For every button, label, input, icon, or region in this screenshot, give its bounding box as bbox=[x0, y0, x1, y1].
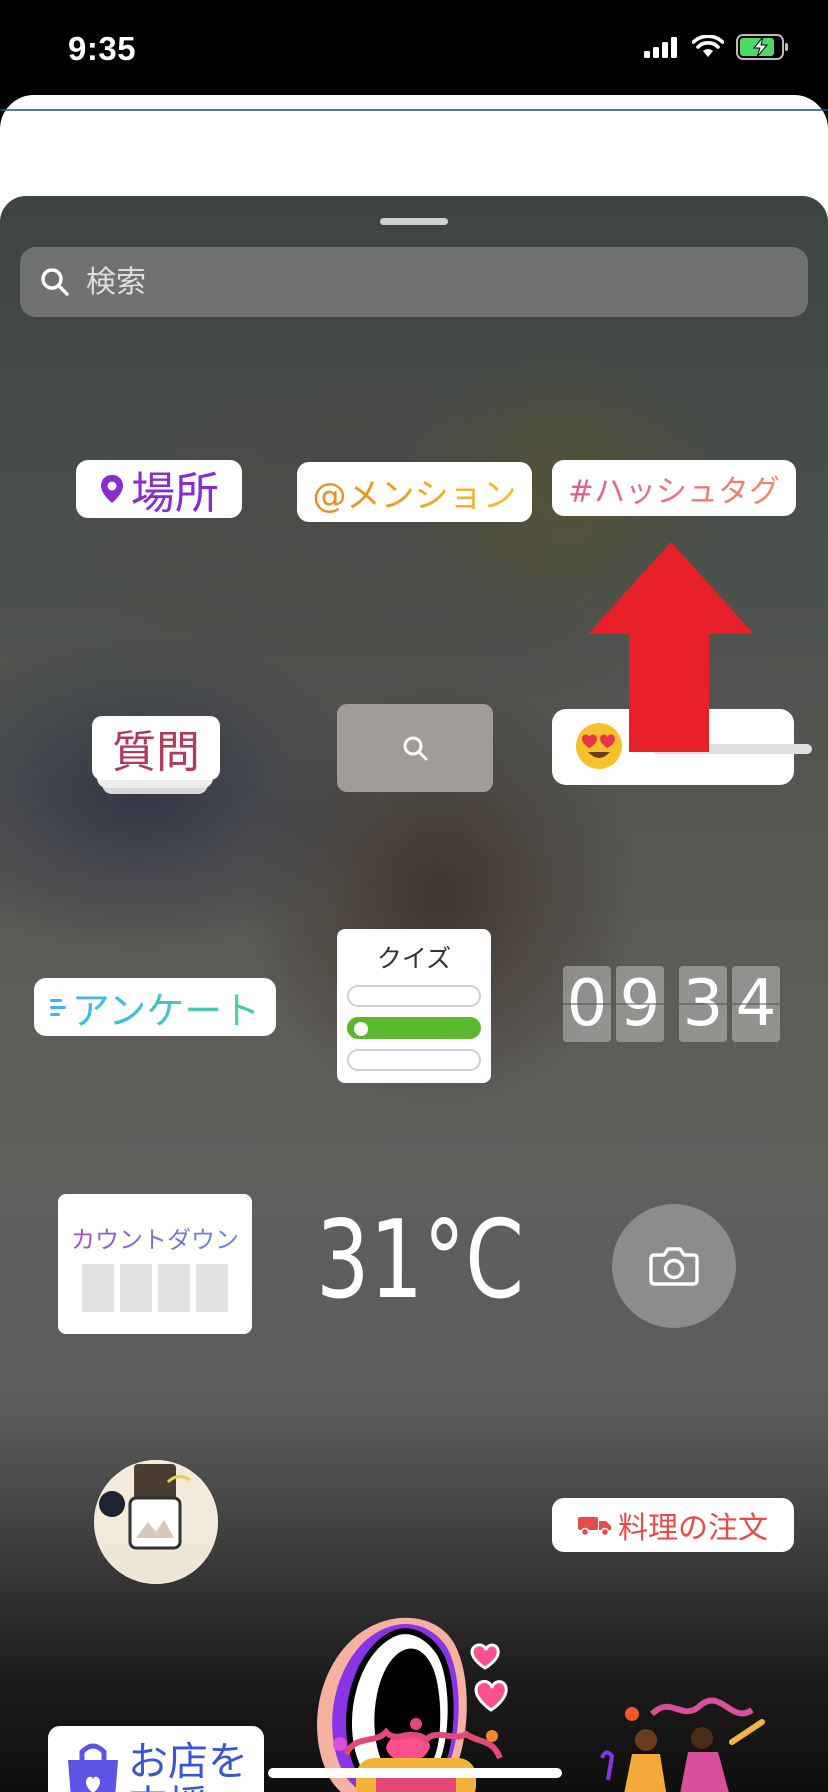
delivery-truck-icon bbox=[578, 1517, 611, 1536]
gif-search-icon bbox=[403, 736, 428, 761]
time-digit: 0 bbox=[563, 966, 611, 1042]
poll-label: アンケート bbox=[72, 980, 260, 1035]
countdown-sticker[interactable]: カウントダウン bbox=[58, 1194, 252, 1334]
food-order-label: 料理の注文 bbox=[618, 1511, 768, 1546]
check-icon bbox=[354, 1022, 368, 1036]
dancing-people-sticker[interactable] bbox=[582, 1694, 772, 1792]
question-label: 質問 bbox=[92, 716, 220, 780]
location-pin-icon bbox=[101, 475, 123, 503]
red-arrow-annotation bbox=[588, 542, 754, 752]
location-sticker[interactable]: 場所 bbox=[76, 460, 242, 519]
wifi-icon bbox=[692, 35, 724, 57]
poll-sticker[interactable]: アンケート bbox=[34, 978, 276, 1036]
time-sticker[interactable]: 0 9 3 4 bbox=[563, 966, 785, 1042]
food-order-sticker[interactable]: 料理の注文 bbox=[552, 1498, 794, 1552]
search-icon bbox=[41, 268, 69, 296]
mention-sticker[interactable]: @メンション bbox=[297, 462, 532, 522]
quiz-option bbox=[347, 985, 481, 1007]
search-input[interactable] bbox=[84, 263, 768, 301]
quiz-label: クイズ bbox=[376, 944, 452, 973]
selfie-photo-icon bbox=[94, 1460, 218, 1584]
quiz-option bbox=[347, 1049, 481, 1071]
sticker-sheet: 場所 @メンション #ハッシュタグ 質問 bbox=[0, 196, 828, 1792]
shop-local-art-sticker[interactable] bbox=[316, 1714, 516, 1792]
sheet-grabber[interactable] bbox=[380, 218, 448, 225]
quiz-sticker[interactable]: クイズ bbox=[337, 929, 491, 1083]
countdown-box bbox=[158, 1264, 190, 1312]
support-shop-sticker[interactable]: お店を 支援 bbox=[48, 1726, 264, 1792]
shop-art-icon bbox=[333, 1718, 503, 1792]
time-digit: 4 bbox=[732, 966, 780, 1042]
countdown-box bbox=[82, 1264, 114, 1312]
shopping-bag-icon bbox=[68, 1743, 118, 1792]
temperature-sticker[interactable]: 31°C bbox=[316, 1206, 524, 1316]
question-sticker[interactable]: 質問 bbox=[92, 716, 220, 794]
battery-charging-icon bbox=[736, 34, 788, 60]
gif-search-sticker[interactable] bbox=[337, 704, 493, 792]
location-label: 場所 bbox=[131, 468, 219, 519]
camera-icon bbox=[649, 1247, 699, 1286]
status-time: 9:35 bbox=[68, 30, 137, 67]
selfie-sticker[interactable] bbox=[94, 1460, 218, 1584]
countdown-label: カウントダウン bbox=[71, 1226, 239, 1254]
support-shop-line-1: お店を bbox=[128, 1739, 248, 1785]
quiz-option-correct bbox=[347, 1017, 481, 1039]
camera-sticker-button[interactable] bbox=[612, 1204, 736, 1328]
home-indicator[interactable] bbox=[268, 1768, 562, 1778]
time-digit: 9 bbox=[616, 966, 664, 1042]
support-shop-label: お店を 支援 bbox=[128, 1740, 248, 1792]
cellular-signal-icon bbox=[644, 37, 677, 58]
status-bar: 9:35 bbox=[0, 0, 828, 100]
countdown-box bbox=[196, 1264, 228, 1312]
card-top-line bbox=[0, 109, 828, 111]
hashtag-label: #ハッシュタグ bbox=[568, 466, 780, 511]
mention-label: @メンション bbox=[313, 468, 517, 517]
time-digit: 3 bbox=[679, 966, 727, 1042]
hashtag-sticker[interactable]: #ハッシュタグ bbox=[552, 460, 796, 516]
dancing-people-icon bbox=[600, 1697, 765, 1792]
search-bar[interactable] bbox=[20, 247, 808, 317]
countdown-box bbox=[120, 1264, 152, 1312]
poll-lines-icon bbox=[49, 999, 66, 1016]
status-icons bbox=[644, 34, 790, 60]
support-shop-line-2: 支援 bbox=[128, 1784, 248, 1792]
